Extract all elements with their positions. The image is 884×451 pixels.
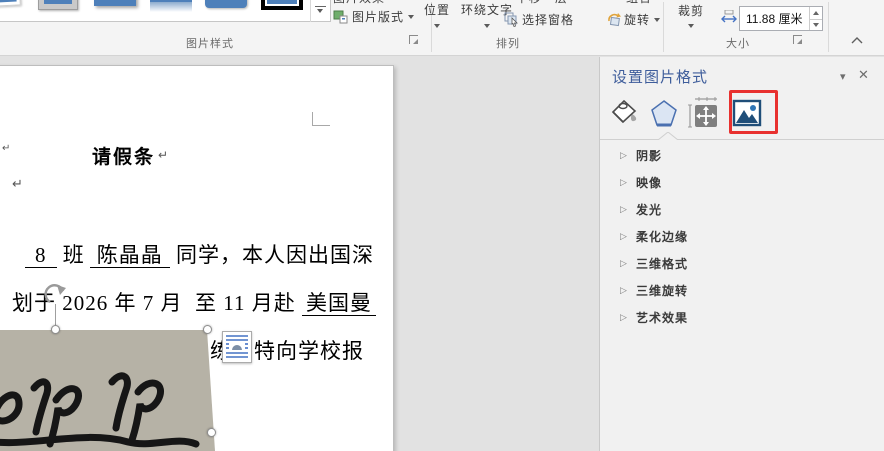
expand-icon: ▷	[620, 231, 627, 242]
paragraph-mark: ↵	[158, 148, 168, 162]
section-label: 三维旋转	[636, 282, 688, 299]
rotate-handle[interactable]	[43, 282, 69, 306]
format-picture-pane: 设置图片格式 ▾ ✕	[599, 57, 884, 451]
section-shadow[interactable]: ▷ 阴影	[600, 145, 884, 169]
expand-icon: ▷	[620, 258, 627, 269]
picture-style-thumbnail[interactable]	[94, 0, 136, 6]
thumbnail-picture	[0, 0, 17, 2]
picture-style-thumbnail[interactable]	[205, 0, 247, 8]
section-label: 映像	[636, 174, 662, 191]
picture-style-thumbnail[interactable]	[38, 0, 78, 10]
width-icon	[721, 10, 737, 24]
group-divider	[663, 2, 664, 52]
rotate-button[interactable]: 旋转	[606, 11, 660, 28]
pentagon-effects-icon	[649, 98, 679, 128]
paragraph-mark: ↵	[2, 143, 10, 154]
send-backward-button-partial[interactable]: 下移一层	[516, 0, 586, 5]
group-divider	[828, 2, 829, 52]
width-spin-up[interactable]	[810, 7, 822, 19]
width-spin-buttons	[809, 7, 822, 30]
rotate-dropdown-icon	[654, 18, 660, 22]
picture-styles-dialog-launcher[interactable]	[409, 35, 418, 44]
picture-layout-icon	[333, 9, 348, 24]
crop-label: 裁剪	[678, 2, 704, 19]
arrange-group-label: 排列	[496, 35, 520, 51]
rotate-label: 旋转	[624, 11, 650, 28]
section-artistic-effects[interactable]: ▷ 艺术效果	[600, 307, 884, 331]
layout-options-button[interactable]	[222, 331, 252, 363]
section-label: 柔化边缘	[636, 228, 688, 245]
selection-handle-top-right[interactable]	[203, 325, 212, 334]
position-button[interactable]: 位置	[424, 1, 450, 28]
picture-effects-button-partial[interactable]: 图片效果	[333, 0, 408, 5]
layout-options-icon	[225, 334, 249, 360]
ribbon-format-tab: 图片效果 图片版式 图片样式 位置 环绕文字 下移一层 组合	[0, 0, 884, 56]
collapse-ribbon-button[interactable]	[851, 37, 863, 44]
expand-icon: ▷	[620, 285, 627, 296]
shape-width-input[interactable]: 11.88 厘米	[739, 6, 823, 31]
thumbnail-picture	[265, 0, 299, 6]
signature-picture[interactable]	[0, 330, 220, 451]
selection-pane-icon	[504, 12, 519, 27]
crop-dropdown-icon	[688, 24, 694, 28]
expand-icon: ▷	[620, 150, 627, 161]
rotate-handle-stem	[55, 304, 56, 326]
pane-close-button[interactable]: ✕	[858, 67, 869, 83]
active-tab-caret	[658, 132, 678, 140]
crop-button[interactable]: 裁剪	[678, 2, 704, 28]
gallery-more-bar	[315, 6, 326, 7]
thumbnail-reflection	[150, 2, 192, 12]
width-spin-down[interactable]	[810, 19, 822, 31]
rotate-icon	[606, 12, 621, 27]
pane-title: 设置图片格式	[612, 66, 708, 87]
selection-handle-top[interactable]	[51, 325, 60, 334]
word-application-window: 图片效果 图片版式 图片样式 位置 环绕文字 下移一层 组合	[0, 0, 884, 451]
expand-icon: ▷	[620, 177, 627, 188]
gallery-more-arrow-icon	[317, 9, 323, 13]
section-label: 三维格式	[636, 255, 688, 272]
size-group-label: 大小	[726, 35, 750, 51]
paint-bucket-icon	[610, 98, 640, 128]
tab-layout-properties[interactable]	[686, 95, 720, 131]
section-3d-rotation[interactable]: ▷ 三维旋转	[600, 280, 884, 304]
layout-properties-icon	[687, 97, 719, 129]
section-label: 艺术效果	[636, 309, 688, 326]
group-button-partial[interactable]: 组合	[626, 0, 666, 5]
picture-layout-button[interactable]: 图片版式	[333, 8, 414, 25]
section-soft-edges[interactable]: ▷ 柔化边缘	[600, 226, 884, 250]
paragraph-mark: ↵	[12, 176, 23, 192]
annotation-highlight-box	[729, 90, 778, 134]
document-title[interactable]: 请假条	[92, 142, 155, 169]
shape-width-value: 11.88 厘米	[746, 10, 802, 27]
position-label: 位置	[424, 1, 450, 18]
size-dialog-launcher[interactable]	[793, 35, 802, 44]
thumbnail-picture	[44, 0, 72, 4]
selection-pane-button[interactable]: 选择窗格	[504, 11, 574, 28]
wrap-text-dropdown-icon	[484, 24, 490, 28]
section-label: 发光	[636, 201, 662, 218]
pane-tab-separator	[600, 139, 884, 140]
signature-strokes	[0, 330, 220, 451]
expand-icon: ▷	[620, 312, 627, 323]
gallery-scroll-divider	[310, 0, 311, 22]
selection-pane-label: 选择窗格	[522, 11, 574, 28]
section-label: 阴影	[636, 147, 662, 164]
tab-fill-line[interactable]	[608, 95, 642, 131]
picture-layout-dropdown-icon	[408, 15, 414, 19]
picture-styles-group-label: 图片样式	[186, 35, 234, 51]
selection-handle-right[interactable]	[207, 428, 216, 437]
section-glow[interactable]: ▷ 发光	[600, 199, 884, 223]
section-3d-format[interactable]: ▷ 三维格式	[600, 253, 884, 277]
picture-style-thumbnail[interactable]	[261, 0, 303, 10]
position-dropdown-icon	[434, 24, 440, 28]
margin-corner-mark	[312, 112, 330, 126]
pane-options-button[interactable]: ▾	[840, 70, 846, 83]
tab-effects-active[interactable]	[647, 95, 681, 131]
gallery-more-button[interactable]	[312, 6, 328, 13]
expand-icon: ▷	[620, 204, 627, 215]
picture-layout-label: 图片版式	[352, 8, 404, 25]
section-reflection[interactable]: ▷ 映像	[600, 172, 884, 196]
